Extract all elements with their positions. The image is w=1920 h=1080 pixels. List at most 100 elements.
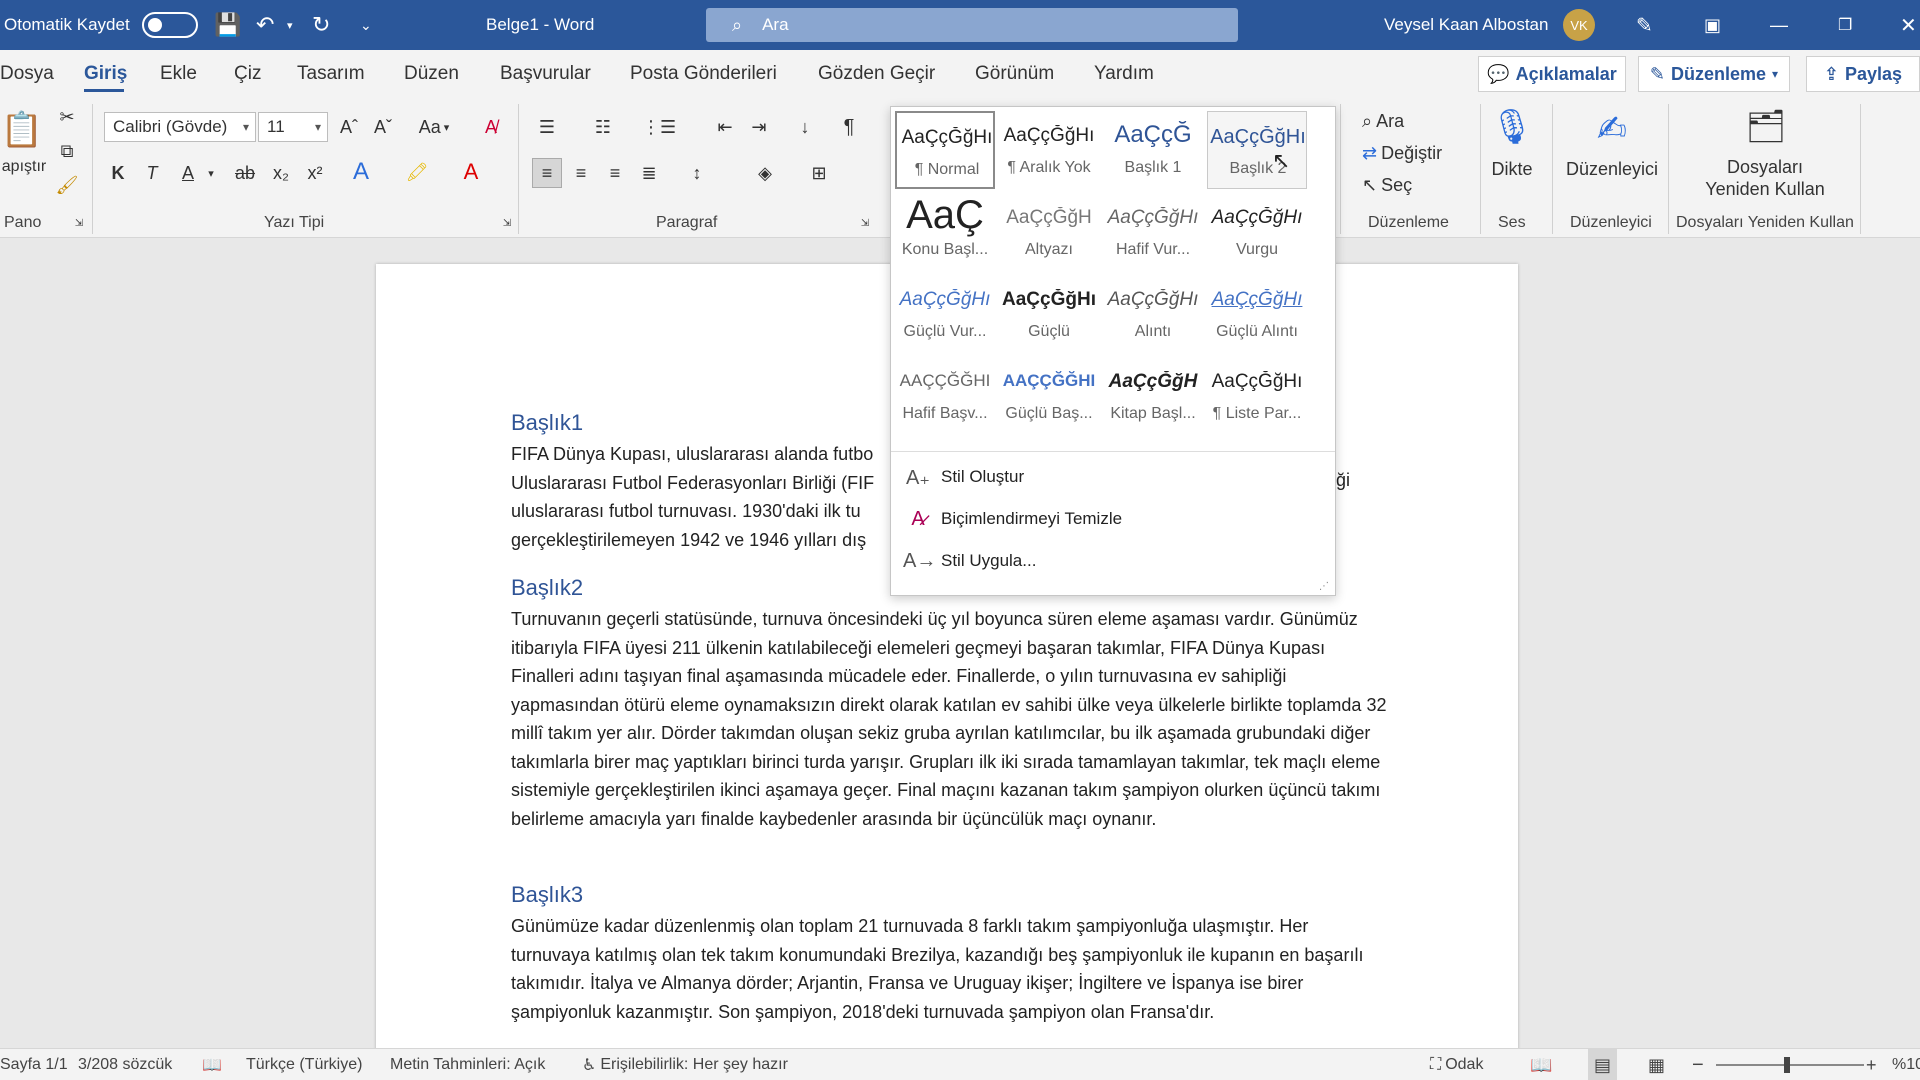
style-quote[interactable]: AaÇçĞğHı Alıntı (1103, 275, 1203, 353)
multilevel-list-icon[interactable]: ⋮☰ (642, 112, 676, 142)
proofing-icon[interactable]: 📖 (202, 1049, 222, 1080)
pen-icon[interactable]: ✎ (1636, 0, 1653, 50)
font-name-combo[interactable]: Calibri (Gövde) ▾ (104, 112, 256, 142)
dialog-launcher-icon[interactable]: ⇲ (500, 216, 514, 230)
shading-icon[interactable]: ◈ (750, 158, 780, 188)
zoom-slider[interactable] (1716, 1064, 1864, 1066)
subscript-icon[interactable]: x₂ (268, 158, 294, 188)
dialog-launcher-icon[interactable]: ⇲ (858, 216, 872, 230)
read-mode-icon[interactable]: 📖 (1530, 1049, 1552, 1080)
style-strong[interactable]: AaÇçĞğHı Güçlü (999, 275, 1099, 353)
customize-toolbar-icon[interactable]: ⌄ (360, 0, 372, 50)
tab-references[interactable]: Başvurular (500, 50, 591, 98)
comments-button[interactable]: 💬 Açıklamalar (1478, 56, 1626, 92)
find-button[interactable]: ⌕ Ara (1362, 106, 1452, 136)
grow-font-icon[interactable]: Aˆ (336, 112, 362, 142)
clear-formatting-menu-item[interactable]: A̷ Biçimlendirmeyi Temizle (903, 501, 1323, 537)
reuse-label-line1[interactable]: Dosyaları (1700, 156, 1830, 178)
create-style-menu-item[interactable]: A₊ Stil Oluştur (903, 459, 1323, 495)
zoom-level[interactable]: %100 (1892, 1049, 1920, 1080)
replace-button[interactable]: ⇄ Değiştir (1362, 138, 1472, 168)
line-spacing-icon[interactable]: ↕ (682, 158, 712, 188)
focus-button[interactable]: ⛶ Odak (1430, 1049, 1483, 1080)
justify-icon[interactable]: ≣ (634, 158, 664, 188)
shrink-font-icon[interactable]: Aˇ (370, 112, 396, 142)
style-subtitle[interactable]: AaÇçĞğH Altyazı (999, 193, 1099, 271)
chevron-down-icon[interactable]: ▾ (204, 158, 218, 188)
ribbon-display-icon[interactable]: ▣ (1704, 0, 1721, 50)
minimize-icon[interactable]: — (1770, 0, 1788, 50)
tab-layout[interactable]: Düzen (404, 50, 459, 98)
heading-3[interactable]: Başlık3 (511, 882, 583, 908)
share-button[interactable]: ⇪ Paylaş (1806, 56, 1920, 92)
undo-icon[interactable]: ↶ (256, 0, 274, 50)
accessibility-status[interactable]: ♿ Erişilebilirlik: Her şey hazır (582, 1049, 788, 1080)
format-painter-icon[interactable]: 🖌 (54, 172, 80, 198)
style-normal[interactable]: AaÇçĞğHı ¶ Normal (895, 111, 995, 189)
style-subtle-reference[interactable]: AAÇÇĞĞHI Hafif Başv... (895, 357, 995, 435)
decrease-indent-icon[interactable]: ⇤ (710, 112, 740, 142)
microphone-icon[interactable]: 🎙 (1490, 104, 1534, 150)
undo-dropdown-icon[interactable]: ▾ (287, 0, 293, 50)
apply-styles-menu-item[interactable]: A→ Stil Uygula... (903, 543, 1323, 579)
style-heading-1[interactable]: AaÇçĞ Başlık 1 (1103, 111, 1203, 189)
clear-formatting-icon[interactable]: A̸ (476, 112, 506, 142)
cut-icon[interactable]: ✂ (54, 104, 80, 130)
underline-button[interactable]: A (176, 158, 200, 188)
restore-icon[interactable]: ❐ (1838, 0, 1852, 50)
strikethrough-icon[interactable]: ab (232, 158, 258, 188)
heading-2[interactable]: Başlık2 (511, 575, 583, 601)
save-icon[interactable]: 💾 (214, 0, 241, 50)
editing-mode-button[interactable]: ✎ Düzenleme ▾ (1638, 56, 1790, 92)
tab-draw[interactable]: Çiz (234, 50, 261, 98)
bold-button[interactable]: K (106, 158, 130, 188)
style-subtle-emphasis[interactable]: AaÇçĞğHı Hafif Vur... (1103, 193, 1203, 271)
style-title[interactable]: AaÇ Konu Başl... (895, 193, 995, 271)
change-case-button[interactable]: Aa ▾ (412, 112, 456, 142)
heading-1[interactable]: Başlık1 (511, 410, 583, 436)
zoom-in-icon[interactable]: + (1866, 1049, 1877, 1080)
paragraph-1[interactable]: FIFA Dünya Kupası, uluslararası alanda f… (511, 440, 891, 554)
tab-mailings[interactable]: Posta Gönderileri (630, 50, 777, 98)
tab-insert[interactable]: Ekle (160, 50, 197, 98)
highlight-icon[interactable]: 🖍 (402, 156, 432, 188)
paste-icon[interactable]: 📋 (0, 106, 44, 154)
align-center-icon[interactable]: ≡ (566, 158, 596, 188)
paragraph-2[interactable]: Turnuvanın geçerli statüsünde, turnuva ö… (511, 605, 1391, 833)
font-color-icon[interactable]: A (456, 156, 486, 188)
print-layout-icon[interactable]: ▤ (1588, 1049, 1618, 1080)
avatar[interactable]: VK (1563, 9, 1595, 41)
editor-label[interactable]: Düzenleyici (1564, 156, 1660, 182)
web-layout-icon[interactable]: ▦ (1648, 1049, 1665, 1080)
tab-help[interactable]: Yardım (1094, 50, 1154, 98)
font-size-combo[interactable]: 11 ▾ (258, 112, 328, 142)
style-intense-reference[interactable]: AAÇÇĞĞHI Güçlü Baş... (999, 357, 1099, 435)
tab-view[interactable]: Görünüm (975, 50, 1054, 98)
dialog-launcher-icon[interactable]: ⇲ (72, 216, 86, 230)
increase-indent-icon[interactable]: ⇥ (744, 112, 774, 142)
text-predictions[interactable]: Metin Tahminleri: Açık (390, 1049, 545, 1080)
autosave-toggle[interactable] (142, 0, 198, 50)
borders-icon[interactable]: ⊞ (804, 158, 834, 188)
word-count[interactable]: 3/208 sözcük (78, 1049, 172, 1080)
style-intense-quote[interactable]: AaÇçĞğHı Güçlü Alıntı (1207, 275, 1307, 353)
redo-icon[interactable]: ↻ (312, 0, 330, 50)
show-marks-icon[interactable]: ¶ (834, 112, 864, 142)
copy-icon[interactable]: ⧉ (54, 138, 80, 164)
text-effects-icon[interactable]: A (346, 156, 376, 188)
italic-button[interactable]: T (140, 158, 164, 188)
superscript-icon[interactable]: x² (302, 158, 328, 188)
language[interactable]: Türkçe (Türkiye) (246, 1049, 362, 1080)
align-right-icon[interactable]: ≡ (600, 158, 630, 188)
dictate-label[interactable]: Dikte (1482, 156, 1542, 182)
align-left-icon[interactable]: ≡ (532, 158, 562, 188)
style-book-title[interactable]: AaÇçĞğH Kitap Başl... (1103, 357, 1203, 435)
reuse-files-icon[interactable]: 🗂 (1744, 104, 1788, 148)
paste-label[interactable]: apıştır (0, 156, 48, 178)
tab-review[interactable]: Gözden Geçir (818, 50, 935, 98)
close-icon[interactable]: ✕ (1900, 0, 1917, 50)
style-intense-emphasis[interactable]: AaÇçĞğHı Güçlü Vur... (895, 275, 995, 353)
resize-grip-icon[interactable]: ⋰ (1319, 581, 1329, 592)
sort-icon[interactable]: ↓ (790, 112, 820, 142)
style-heading-2[interactable]: AaÇçĞğHı Başlık 2 (1207, 111, 1307, 189)
